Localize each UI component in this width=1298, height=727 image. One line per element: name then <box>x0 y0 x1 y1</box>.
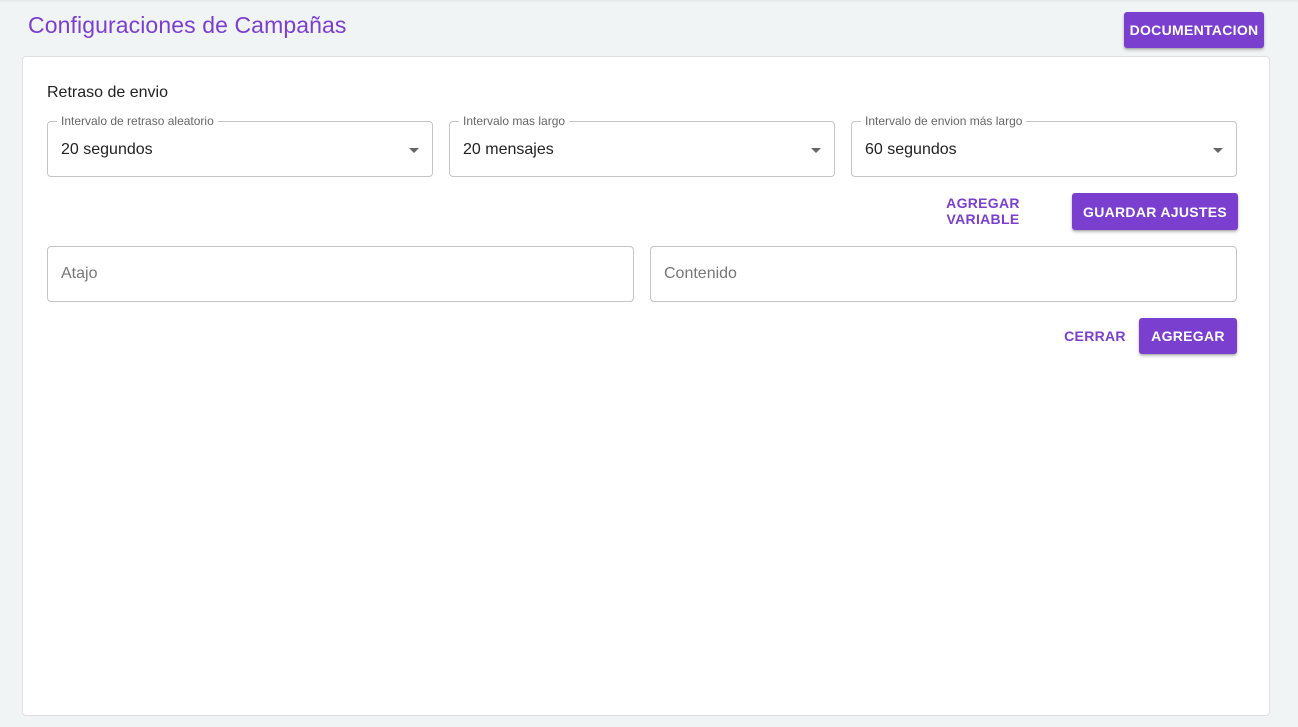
close-button[interactable]: CERRAR <box>1059 318 1131 354</box>
documentation-button[interactable]: DOCUMENTACION <box>1124 12 1264 48</box>
section-label-send-delay: Retraso de envio <box>47 84 168 101</box>
arrow-drop-down-icon <box>1213 148 1223 153</box>
topbar-shadow <box>0 0 1298 3</box>
shortcut-input[interactable] <box>48 247 633 301</box>
select-value: 20 mensajes <box>463 141 554 158</box>
longest-interval-select[interactable]: Intervalo mas largo 20 mensajes <box>449 114 835 177</box>
arrow-drop-down-icon <box>409 148 419 153</box>
shortcut-field[interactable] <box>47 246 634 302</box>
add-variable-button[interactable]: AGREGAR VARIABLE <box>909 193 1057 229</box>
add-button[interactable]: AGREGAR <box>1139 318 1237 354</box>
content-input[interactable] <box>651 247 1236 301</box>
select-value: 60 segundos <box>865 141 957 158</box>
random-delay-interval-select[interactable]: Intervalo de retraso aleatorio 20 segund… <box>47 114 433 177</box>
longest-send-interval-select[interactable]: Intervalo de envion más largo 60 segundo… <box>851 114 1237 177</box>
select-label: Intervalo de envion más largo <box>861 114 1027 128</box>
settings-card: Retraso de envio Intervalo de retraso al… <box>22 56 1270 716</box>
select-value: 20 segundos <box>61 141 153 158</box>
select-label: Intervalo mas largo <box>459 114 570 128</box>
page-title: Configuraciones de Campañas <box>28 12 347 38</box>
content-field[interactable] <box>650 246 1237 302</box>
save-settings-button[interactable]: GUARDAR AJUSTES <box>1072 193 1238 230</box>
arrow-drop-down-icon <box>811 148 821 153</box>
select-label: Intervalo de retraso aleatorio <box>57 114 218 128</box>
